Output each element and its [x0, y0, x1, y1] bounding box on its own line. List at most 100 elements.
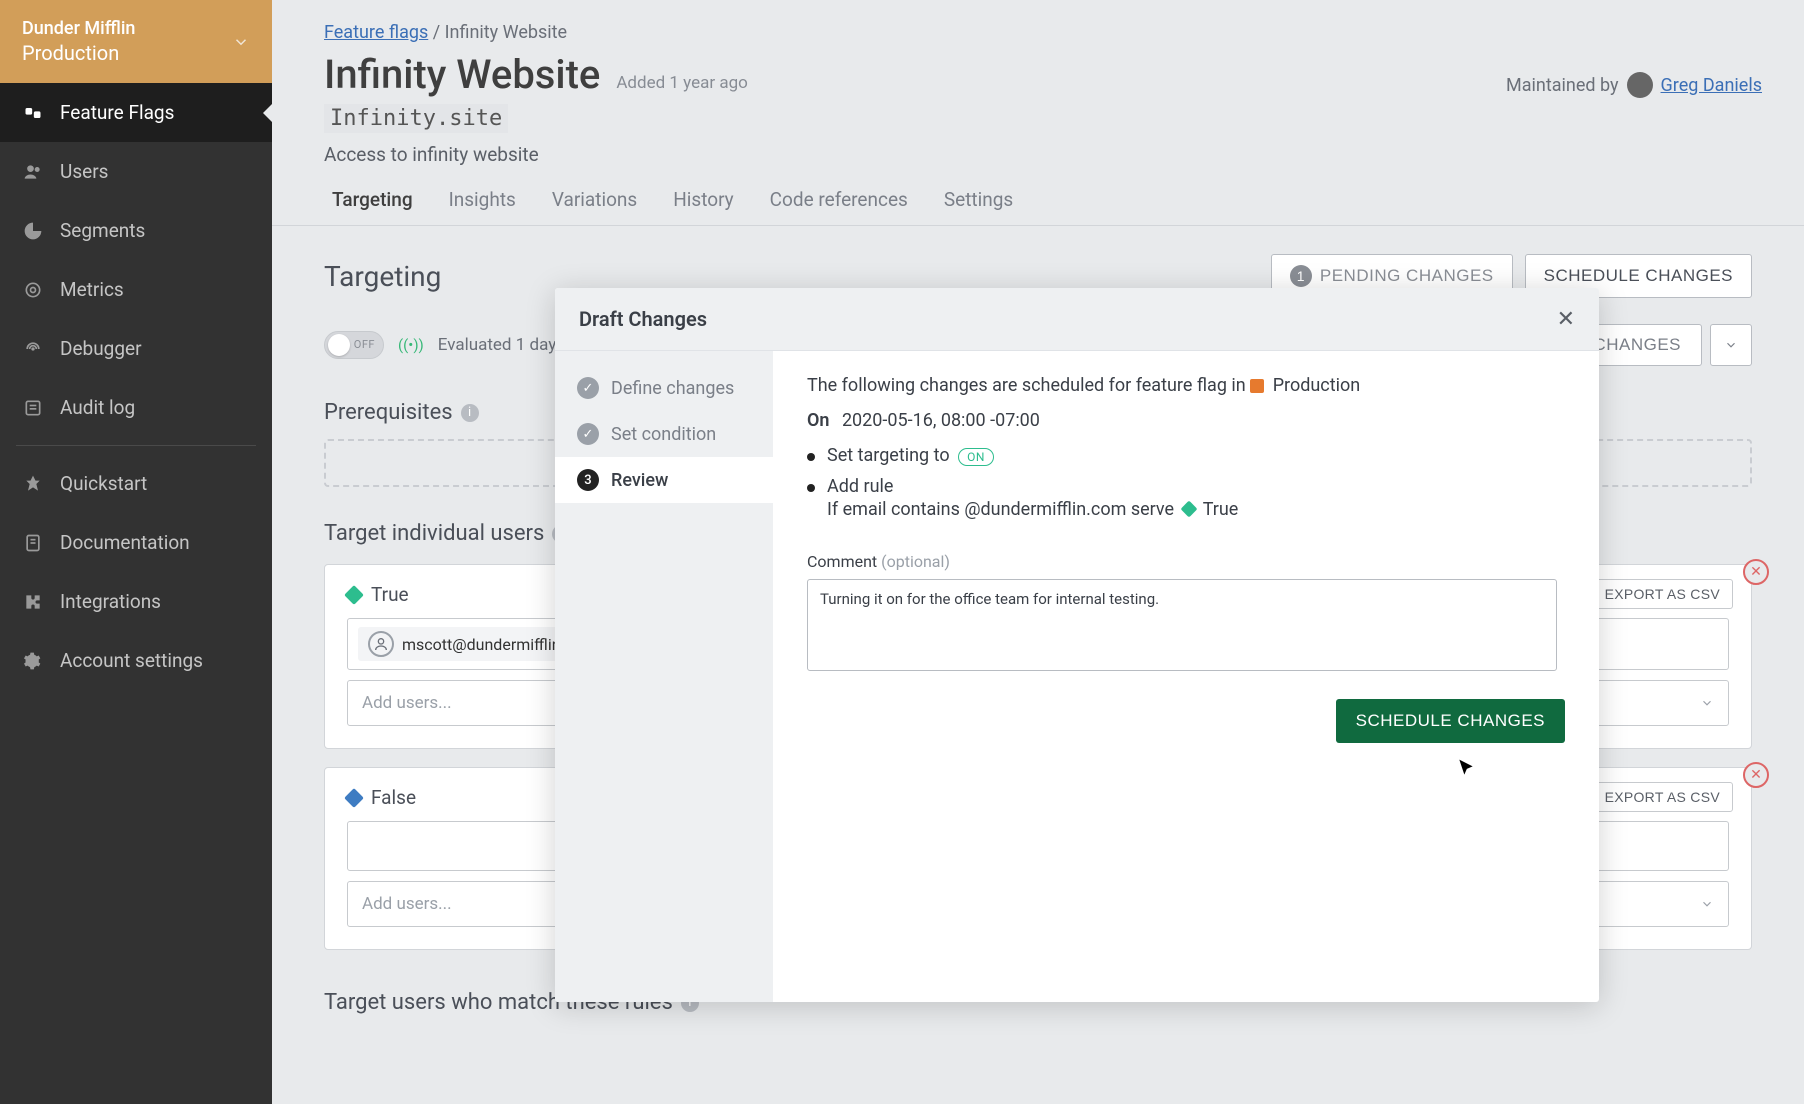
breadcrumb-current: Infinity Website: [445, 22, 567, 43]
export-csv-button[interactable]: EXPORT AS CSV: [1592, 579, 1733, 609]
change-bullet-add-rule: Add rule If email contains @dundermiffli…: [807, 476, 1565, 520]
sidebar-item-integrations[interactable]: Integrations: [0, 572, 272, 631]
added-ago: Added 1 year ago: [616, 73, 748, 93]
section-title-targeting: Targeting: [324, 260, 441, 293]
step-check-icon: [577, 423, 599, 445]
nav-divider: [16, 445, 256, 446]
step-check-icon: [577, 377, 599, 399]
tab-history[interactable]: History: [673, 188, 733, 225]
pending-count-badge: 1: [1290, 265, 1312, 287]
sidebar-item-label: Quickstart: [60, 472, 147, 495]
step-set-condition[interactable]: Set condition: [555, 411, 773, 457]
env-color-chip: [1250, 379, 1264, 393]
breadcrumb-sep: /: [433, 22, 445, 43]
bullet-dot-icon: [807, 453, 815, 461]
on-value: 2020-05-16, 08:00 -07:00: [842, 410, 1040, 431]
diamond-icon: [344, 585, 364, 605]
tab-insights[interactable]: Insights: [449, 188, 516, 225]
maintainer-link[interactable]: Greg Daniels: [1661, 75, 1762, 96]
save-dropdown-button[interactable]: [1710, 324, 1752, 366]
change-bullet-targeting: Set targeting to ON: [807, 445, 1565, 466]
gear-icon: [22, 651, 44, 671]
sidebar-item-feature-flags[interactable]: Feature Flags: [0, 83, 272, 142]
flag-description: Access to infinity website: [272, 133, 1804, 166]
individual-users-label: Target individual users: [324, 521, 544, 546]
list-icon: [22, 398, 44, 418]
doc-icon: [22, 533, 44, 553]
diamond-icon: [1180, 501, 1197, 518]
flag-key: Infinity.site: [324, 104, 508, 133]
sidebar-item-users[interactable]: Users: [0, 142, 272, 201]
diamond-icon: [344, 788, 364, 808]
remove-variation-icon[interactable]: ✕: [1743, 559, 1769, 585]
env-name: Production: [1273, 375, 1361, 396]
variation-name: False: [371, 786, 416, 809]
avatar: [1627, 72, 1653, 98]
chevron-down-icon: [1700, 696, 1714, 710]
add-users-placeholder: Add users...: [362, 894, 452, 914]
sidebar-item-label: Integrations: [60, 590, 161, 613]
sidebar: Dunder Mifflin Production Feature Flags …: [0, 0, 272, 1104]
step-label: Define changes: [611, 378, 734, 399]
step-number-badge: 3: [577, 469, 599, 491]
sidebar-item-label: Account settings: [60, 649, 203, 672]
pie-icon: [22, 221, 44, 241]
sidebar-item-label: Debugger: [60, 337, 142, 360]
user-avatar-icon: [368, 631, 394, 657]
prerequisites-label: Prerequisites: [324, 400, 453, 425]
schedule-changes-submit-button[interactable]: SCHEDULE CHANGES: [1336, 699, 1565, 743]
sidebar-item-debugger[interactable]: Debugger: [0, 319, 272, 378]
toggle-state-label: OFF: [354, 338, 375, 351]
on-pill: ON: [958, 448, 994, 466]
bullet-dot-icon: [807, 484, 815, 492]
pin-icon: [22, 474, 44, 494]
schedule-changes-label: SCHEDULE CHANGES: [1544, 266, 1733, 286]
step-review[interactable]: 3 Review: [555, 457, 773, 503]
maintained-by: Maintained by Greg Daniels: [1506, 72, 1762, 98]
flag-icon: [22, 103, 44, 123]
org-switcher[interactable]: Dunder Mifflin Production: [0, 0, 272, 83]
breadcrumb: Feature flags / Infinity Website: [272, 0, 1804, 51]
chevron-down-icon: [1700, 897, 1714, 911]
sidebar-item-documentation[interactable]: Documentation: [0, 513, 272, 572]
maintained-by-label: Maintained by: [1506, 75, 1619, 96]
sidebar-item-quickstart[interactable]: Quickstart: [0, 454, 272, 513]
modal-main: The following changes are scheduled for …: [773, 351, 1599, 1002]
sidebar-item-account-settings[interactable]: Account settings: [0, 631, 272, 690]
tab-code-references[interactable]: Code references: [770, 188, 908, 225]
live-icon: ((•)): [398, 336, 424, 354]
close-icon[interactable]: ✕: [1557, 306, 1575, 332]
comment-label: Comment (optional): [807, 552, 1565, 571]
export-csv-button[interactable]: EXPORT AS CSV: [1592, 782, 1733, 812]
sidebar-item-label: Feature Flags: [60, 101, 174, 124]
pending-changes-label: PENDING CHANGES: [1320, 266, 1494, 286]
schedule-time: On 2020-05-16, 08:00 -07:00: [807, 410, 1565, 431]
org-name: Dunder Mifflin: [22, 18, 135, 39]
tab-targeting[interactable]: Targeting: [332, 188, 413, 225]
add-users-placeholder: Add users...: [362, 693, 452, 713]
sidebar-item-segments[interactable]: Segments: [0, 201, 272, 260]
breadcrumb-root[interactable]: Feature flags: [324, 22, 428, 43]
info-icon[interactable]: i: [461, 404, 479, 422]
remove-variation-icon[interactable]: ✕: [1743, 762, 1769, 788]
chevron-down-icon: [232, 33, 250, 51]
sidebar-item-label: Metrics: [60, 278, 124, 301]
nav-primary: Feature Flags Users Segments Metrics Deb…: [0, 83, 272, 690]
sidebar-item-label: Audit log: [60, 396, 135, 419]
step-label: Review: [611, 470, 668, 491]
targeting-toggle[interactable]: OFF: [324, 331, 384, 359]
step-define-changes[interactable]: Define changes: [555, 365, 773, 411]
comment-input[interactable]: Turning it on for the office team for in…: [807, 579, 1557, 671]
tab-variations[interactable]: Variations: [552, 188, 637, 225]
sidebar-item-audit-log[interactable]: Audit log: [0, 378, 272, 437]
sidebar-item-label: Users: [60, 160, 108, 183]
sidebar-item-metrics[interactable]: Metrics: [0, 260, 272, 319]
tab-settings[interactable]: Settings: [944, 188, 1013, 225]
target-icon: [22, 280, 44, 300]
page-title: Infinity Website: [324, 51, 600, 98]
on-label: On: [807, 410, 829, 431]
users-icon: [22, 162, 44, 182]
env-name: Production: [22, 41, 135, 65]
puzzle-icon: [22, 592, 44, 612]
variation-name: True: [371, 583, 409, 606]
